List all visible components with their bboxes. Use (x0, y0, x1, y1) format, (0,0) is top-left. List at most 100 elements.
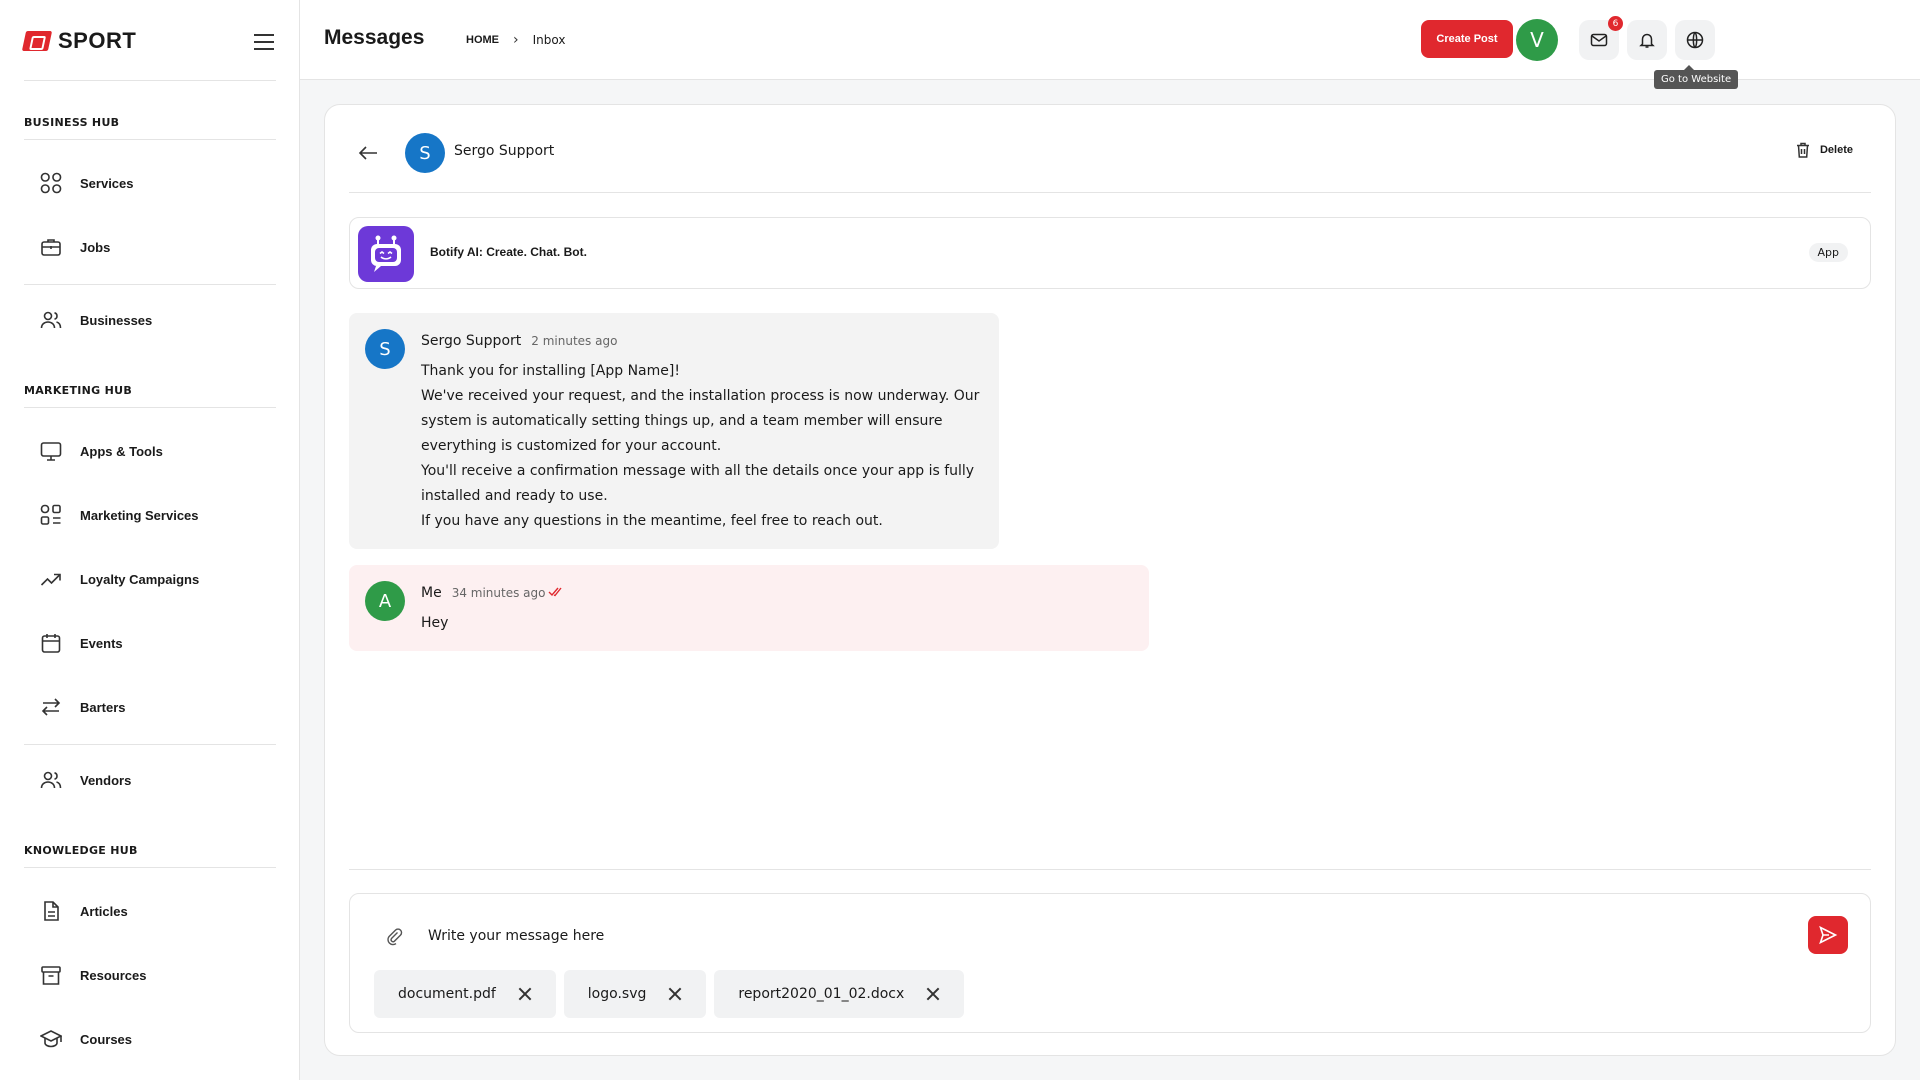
topbar: Messages HOME › Inbox 6 Go to Website Cr… (300, 0, 1920, 89)
avatar[interactable]: V (1516, 19, 1558, 61)
menu-icon[interactable] (254, 34, 274, 50)
attachment-chip: report2020_01_02.docx (714, 970, 965, 1018)
sidebar-item-label: Apps & Tools (80, 443, 163, 459)
message-line: Hey (421, 615, 449, 631)
grid-icon (40, 172, 62, 194)
robot-icon (358, 226, 414, 282)
notifications-button[interactable] (1627, 20, 1667, 60)
create-post-button[interactable]: Create Post (1421, 20, 1513, 58)
logo-text: SPORT (58, 28, 137, 53)
message-composer: document.pdf logo.svg report2020_01_02.d… (349, 893, 1871, 1033)
divider (24, 139, 276, 140)
back-arrow-icon[interactable] (357, 143, 379, 163)
hub-title-marketing: MARKETING HUB (24, 384, 133, 397)
sidebar-item-label: Barters (80, 699, 126, 715)
message-input[interactable] (428, 919, 1728, 953)
sidebar-item-label: Resources (80, 967, 147, 983)
close-icon[interactable] (668, 987, 682, 1001)
delete-button[interactable]: Delete (1794, 141, 1853, 159)
message-sender: Me (421, 585, 442, 601)
conversation-card: S Sergo Support Delete Botify AI: Create… (324, 104, 1896, 1056)
sidebar-item-label: Events (80, 635, 123, 651)
send-button[interactable] (1808, 916, 1848, 954)
attachment-chip: logo.svg (563, 970, 707, 1018)
attachment-name: report2020_01_02.docx (738, 986, 905, 1002)
send-icon (1819, 925, 1838, 945)
breadcrumb-home[interactable]: HOME (466, 34, 499, 46)
users-icon (40, 309, 62, 331)
attachment-name: logo.svg (587, 986, 647, 1002)
sidebar-item-label: Courses (80, 1031, 133, 1047)
sidebar-item-apps-tools[interactable]: Apps & Tools (40, 436, 163, 466)
delete-label: Delete (1819, 144, 1853, 156)
sidebar-item-events[interactable]: Events (40, 628, 123, 658)
trash-icon (1796, 142, 1809, 158)
message-line: You'll receive a confirmation message wi… (421, 463, 975, 504)
sidebar-item-label: Businesses (80, 312, 153, 328)
sidebar-item-resources[interactable]: Resources (40, 960, 146, 990)
bell-icon (1639, 33, 1655, 48)
double-check-icon (548, 587, 562, 597)
conversation-name: Sergo Support (454, 143, 555, 159)
users-icon (40, 769, 62, 791)
hub-title-business: BUSINESS HUB (24, 116, 120, 129)
sidebar-item-courses[interactable]: Courses (40, 1024, 132, 1054)
divider (24, 867, 276, 868)
divider (24, 407, 276, 408)
trending-up-icon (40, 568, 62, 590)
messages-button[interactable]: 6 (1579, 16, 1623, 60)
page-title: Messages (324, 26, 425, 49)
go-to-website-button[interactable] (1675, 20, 1715, 60)
sidebar: SPORT BUSINESS HUB Services Jobs Busines… (0, 0, 300, 1080)
app-name: Botify AI: Create. Chat. Bot. (430, 245, 587, 259)
avatar: S (365, 329, 405, 369)
archive-icon (40, 964, 62, 986)
divider (24, 284, 276, 285)
divider (349, 869, 1871, 870)
sidebar-item-loyalty-campaigns[interactable]: Loyalty Campaigns (40, 564, 199, 594)
attachment-name: document.pdf (398, 986, 496, 1002)
sidebar-header: SPORT (21, 28, 276, 60)
close-icon[interactable] (926, 987, 940, 1001)
hub-title-knowledge: KNOWLEDGE HUB (24, 844, 138, 857)
monitor-icon (40, 440, 62, 462)
mail-icon (1590, 33, 1608, 47)
breadcrumb-current: Inbox (532, 33, 566, 47)
tooltip: Go to Website (1654, 65, 1739, 89)
message-body: Hey (421, 611, 1133, 636)
message-header: Sergo Support 2 minutes ago (421, 333, 617, 349)
attachment-list: document.pdf logo.svg report2020_01_02.d… (374, 970, 965, 1018)
message-header: Me 34 minutes ago (421, 585, 564, 601)
close-icon[interactable] (518, 987, 532, 1001)
sidebar-item-services[interactable]: Services (40, 168, 134, 198)
attachment-chip: document.pdf (374, 970, 556, 1018)
message-sender: Sergo Support (421, 333, 522, 349)
sidebar-item-marketing-services[interactable]: Marketing Services (40, 500, 199, 530)
briefcase-icon (40, 236, 62, 258)
logo[interactable]: SPORT (21, 28, 276, 54)
breadcrumb: HOME › Inbox (466, 32, 565, 48)
avatar: A (365, 581, 405, 621)
document-icon (40, 900, 62, 922)
sidebar-item-articles[interactable]: Articles (40, 896, 128, 926)
globe-icon (1686, 31, 1704, 49)
sidebar-item-label: Jobs (80, 239, 111, 255)
sidebar-item-businesses[interactable]: Businesses (40, 305, 152, 335)
mail-badge: 6 (1608, 16, 1623, 31)
sidebar-item-vendors[interactable]: Vendors (40, 765, 131, 795)
calendar-icon (40, 632, 62, 654)
sidebar-item-label: Articles (80, 903, 128, 919)
logo-mark-icon (21, 31, 53, 51)
grid-list-icon (40, 504, 62, 526)
divider (24, 80, 276, 81)
paperclip-icon[interactable] (384, 926, 404, 950)
app-card[interactable]: Botify AI: Create. Chat. Bot. App (349, 217, 1871, 289)
swap-icon (40, 696, 62, 718)
message-time: 2 minutes ago (531, 334, 618, 348)
sidebar-item-barters[interactable]: Barters (40, 692, 126, 722)
sidebar-item-jobs[interactable]: Jobs (40, 232, 110, 262)
message-line: Thank you for installing [App Name]! (421, 363, 680, 379)
sidebar-item-label: Services (80, 175, 134, 191)
sidebar-item-label: Loyalty Campaigns (80, 571, 200, 587)
conversation-header: S Sergo Support Delete (349, 129, 1871, 193)
